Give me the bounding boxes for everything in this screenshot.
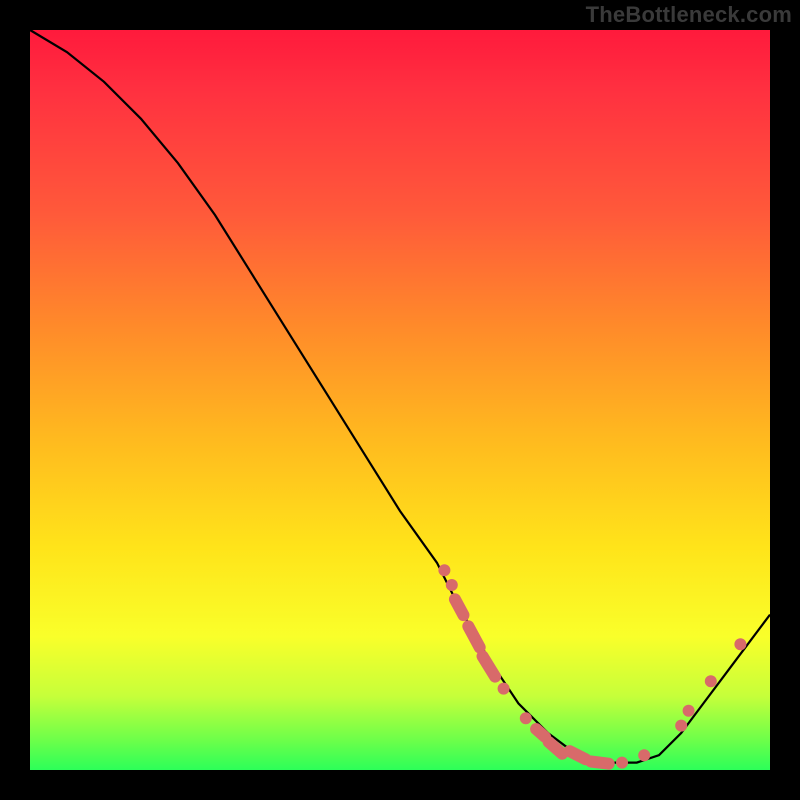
curve-marker [474, 648, 503, 685]
curve-marker [638, 749, 650, 761]
curve-marker [460, 618, 488, 655]
curve-marker [734, 638, 746, 650]
curve-marker [520, 712, 532, 724]
curve-marker [705, 675, 717, 687]
watermark-text: TheBottleneck.com [586, 2, 792, 28]
curve-marker [616, 757, 628, 769]
curve-marker [675, 720, 687, 732]
plot-area [30, 30, 770, 770]
curve-marker [438, 564, 450, 576]
bottleneck-curve [30, 30, 770, 763]
curve-marker [447, 591, 472, 623]
curve-marker [446, 579, 458, 591]
curve-marker [683, 705, 695, 717]
chart-frame: TheBottleneck.com [0, 0, 800, 800]
curve-markers [438, 564, 746, 770]
curve-marker [498, 683, 510, 695]
curve-marker [584, 755, 615, 771]
curve-svg [30, 30, 770, 770]
